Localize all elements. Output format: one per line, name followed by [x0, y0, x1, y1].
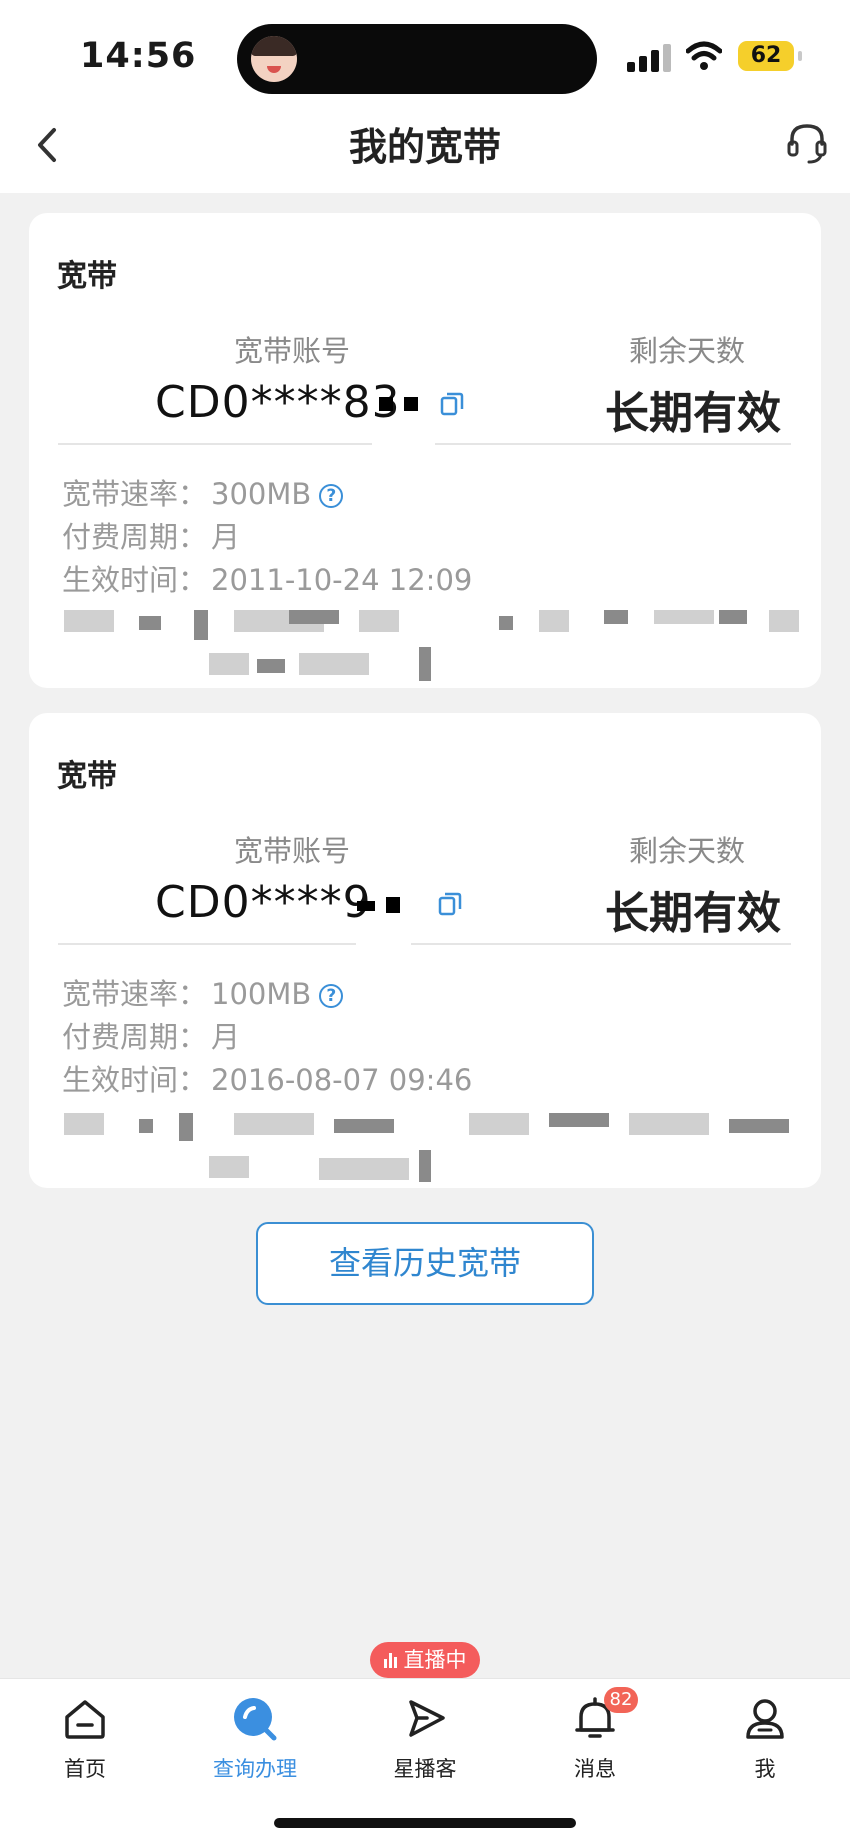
redaction-block [469, 1113, 529, 1135]
effective-time-row: 生效时间： 2011-10-24 12:09 [62, 557, 472, 599]
headset-icon[interactable] [784, 118, 830, 168]
battery-indicator: 62 [738, 41, 802, 71]
card-title: 宽带 [57, 759, 117, 794]
redaction-block [729, 1119, 789, 1133]
effective-time-value: 2016-08-07 09:46 [211, 1063, 473, 1097]
message-count-badge: 82 [604, 1687, 638, 1713]
redaction-block [357, 901, 375, 911]
tab-messages-label: 消息 [574, 1757, 616, 1781]
redaction-block [404, 397, 418, 411]
page-title: 我的宽带 [348, 125, 501, 169]
home-icon [65, 1700, 105, 1739]
redaction-block [629, 1113, 709, 1135]
account-label: 宽带账号 [234, 834, 351, 868]
wifi-icon [686, 41, 722, 70]
tab-home[interactable]: 首页 [25, 1695, 145, 1783]
tab-me-label: 我 [754, 1757, 776, 1781]
tab-xingboke-label: 星播客 [393, 1757, 457, 1781]
status-bar: 14:56 62 [0, 0, 850, 100]
billing-cycle-value: 月 [211, 520, 241, 554]
broadband-card-1: 宽带 宽带账号 剩余天数 CD0****83 长期有效 宽带速率： 300MB? … [29, 213, 821, 688]
tab-home-label: 首页 [64, 1757, 106, 1781]
help-icon[interactable]: ? [319, 484, 344, 508]
live-badge[interactable]: 直播中 [370, 1642, 480, 1678]
live-bars-icon [383, 1652, 400, 1668]
redaction-block [539, 610, 569, 632]
redaction-block [209, 653, 249, 675]
redaction-block [64, 1113, 104, 1135]
redaction-block [179, 1113, 193, 1141]
redaction-block [654, 610, 714, 624]
help-icon[interactable]: ? [319, 984, 344, 1008]
redaction-block [359, 610, 399, 632]
redaction-block [139, 616, 161, 630]
billing-cycle-row: 付费周期：月 [62, 1014, 240, 1056]
account-label: 宽带账号 [234, 334, 351, 368]
redaction-block [299, 653, 369, 675]
redaction-block [499, 616, 513, 630]
billing-cycle-value: 月 [211, 1020, 241, 1054]
view-history-broadband-button[interactable]: 查看历史宽带 [256, 1222, 594, 1305]
redaction-block [419, 647, 431, 681]
redaction-block [64, 610, 114, 632]
broadband-card-2: 宽带 宽带账号 剩余天数 CD0****9 长期有效 宽带速率： 100MB? 付… [29, 713, 821, 1188]
redaction-block [319, 1158, 409, 1180]
search-icon [234, 1698, 277, 1741]
billing-cycle-label: 付费周期： [62, 520, 208, 554]
user-icon [746, 1699, 784, 1739]
speed-row: 宽带速率： 300MB? [62, 471, 344, 513]
live-badge-label: 直播中 [403, 1648, 467, 1672]
play-icon [409, 1700, 445, 1737]
cellular-signal-icon [627, 44, 673, 72]
copy-icon[interactable] [439, 391, 465, 417]
redaction-block [234, 1113, 314, 1135]
tab-xingboke[interactable]: 星播客 [365, 1695, 485, 1783]
remaining-days-label: 剩余天数 [629, 834, 746, 868]
redaction-block [419, 1150, 431, 1182]
effective-time-value: 2011-10-24 12:09 [211, 563, 473, 597]
home-indicator[interactable] [274, 1818, 576, 1828]
nav-header: 我的宽带 [0, 100, 850, 193]
speed-label: 宽带速率： [62, 977, 208, 1011]
redaction-block [289, 610, 339, 624]
redaction-block [194, 610, 208, 640]
tab-query[interactable]: 查询办理 [195, 1695, 315, 1783]
effective-time-label: 生效时间： [62, 1063, 208, 1097]
island-avatar-icon [251, 36, 297, 82]
billing-cycle-label: 付费周期： [62, 1020, 208, 1054]
redaction-block [719, 610, 747, 624]
remaining-days-value: 长期有效 [605, 888, 781, 939]
redaction-block [139, 1119, 153, 1133]
redaction-block [604, 610, 628, 624]
dynamic-island [237, 24, 597, 94]
redaction-block [386, 897, 400, 913]
speed-label: 宽带速率： [62, 477, 208, 511]
copy-icon[interactable] [437, 891, 463, 917]
redaction-block [257, 659, 285, 673]
tab-query-label: 查询办理 [213, 1757, 297, 1781]
card-title: 宽带 [57, 259, 117, 294]
remaining-days-value: 长期有效 [605, 388, 781, 439]
redaction-block [549, 1113, 609, 1127]
status-time: 14:56 [80, 36, 197, 76]
tab-me[interactable]: 我 [705, 1695, 825, 1783]
account-value: CD0****9 [155, 877, 372, 928]
speed-value: 100MB [211, 977, 312, 1011]
billing-cycle-row: 付费周期：月 [62, 514, 240, 556]
redaction-block [209, 1156, 249, 1178]
account-value: CD0****83 [155, 377, 401, 428]
speed-value: 300MB [211, 477, 312, 511]
effective-time-row: 生效时间： 2016-08-07 09:46 [62, 1057, 472, 1099]
tab-messages[interactable]: 消息 [535, 1695, 655, 1783]
redaction-block [769, 610, 799, 632]
effective-time-label: 生效时间： [62, 563, 208, 597]
speed-row: 宽带速率： 100MB? [62, 971, 344, 1013]
redaction-block [379, 397, 393, 411]
divider [58, 943, 791, 945]
redaction-block [334, 1119, 394, 1133]
remaining-days-label: 剩余天数 [629, 334, 746, 368]
